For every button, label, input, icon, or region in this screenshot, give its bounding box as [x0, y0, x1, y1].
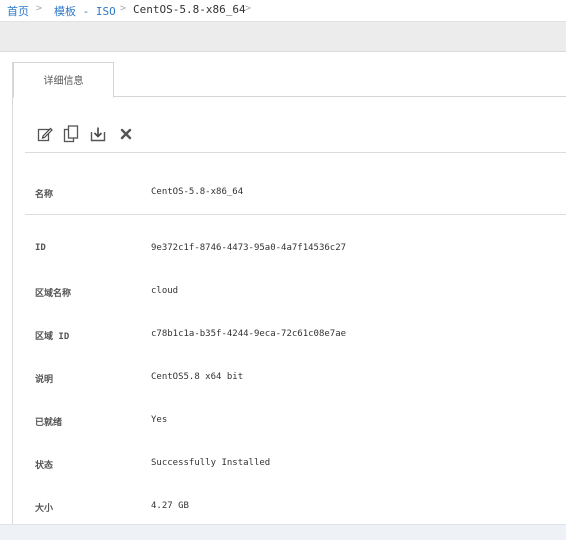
breadcrumb-current: CentOS-5.8-x86_64 [133, 3, 246, 16]
detail-row-name: 名称 CentOS-5.8-x86_64 [35, 184, 566, 202]
tab-details[interactable]: 详细信息 [13, 62, 114, 98]
divider [25, 214, 566, 215]
detail-value: Yes [151, 415, 168, 425]
copy-icon[interactable] [62, 125, 80, 143]
detail-row-description: 说明 CentOS5.8 x64 bit [35, 369, 566, 387]
detail-row-ready: 已就绪 Yes [35, 412, 566, 430]
detail-row-zone-id: 区域 ID c78b1c1a-b35f-4244-9eca-72c61c08e7… [35, 326, 566, 344]
detail-value: cloud [151, 286, 179, 296]
detail-value: Successfully Installed [151, 458, 271, 468]
breadcrumb-home[interactable]: 首页 [7, 3, 29, 19]
breadcrumb-separator: > [245, 3, 252, 14]
detail-label: 大小 [35, 504, 54, 514]
detail-value: CentOS-5.8-x86_64 [151, 187, 244, 197]
detail-label: ID [35, 243, 46, 253]
toolbar-band [0, 21, 566, 52]
detail-label: 名称 [35, 190, 54, 200]
detail-row-id: ID 9e372c1f-8746-4473-95a0-4a7f14536c27 [35, 240, 566, 258]
tab-divider [113, 96, 566, 97]
download-icon[interactable] [89, 125, 107, 143]
breadcrumb-templates[interactable]: 模板 - ISO [54, 3, 116, 19]
detail-row-status: 状态 Successfully Installed [35, 455, 566, 473]
edit-icon[interactable] [36, 125, 54, 143]
detail-value: 4.27 GB [151, 501, 189, 511]
detail-panel: 详细信息 名称 CentOS-5.8-x86_64 ID 9e372c1f-87… [12, 62, 566, 524]
detail-value: 9e372c1f-8746-4473-95a0-4a7f14536c27 [151, 243, 347, 253]
detail-value: c78b1c1a-b35f-4244-9eca-72c61c08e7ae [151, 329, 347, 339]
bottom-band [0, 524, 566, 540]
detail-label: 状态 [35, 461, 54, 471]
detail-label: 说明 [35, 375, 54, 385]
detail-label: 已就绪 [35, 418, 63, 428]
breadcrumb-separator: > [120, 3, 127, 14]
detail-label: 区域 ID [35, 332, 70, 342]
delete-icon[interactable] [117, 125, 135, 143]
detail-value: CentOS5.8 x64 bit [151, 372, 244, 382]
detail-row-zone: 区域名称 cloud [35, 283, 566, 301]
divider [25, 152, 566, 153]
detail-label: 区域名称 [35, 289, 72, 299]
breadcrumb: 首页 > 模板 - ISO > CentOS-5.8-x86_64 > [0, 0, 566, 20]
breadcrumb-separator: > [36, 3, 43, 14]
detail-row-size: 大小 4.27 GB [35, 498, 566, 516]
